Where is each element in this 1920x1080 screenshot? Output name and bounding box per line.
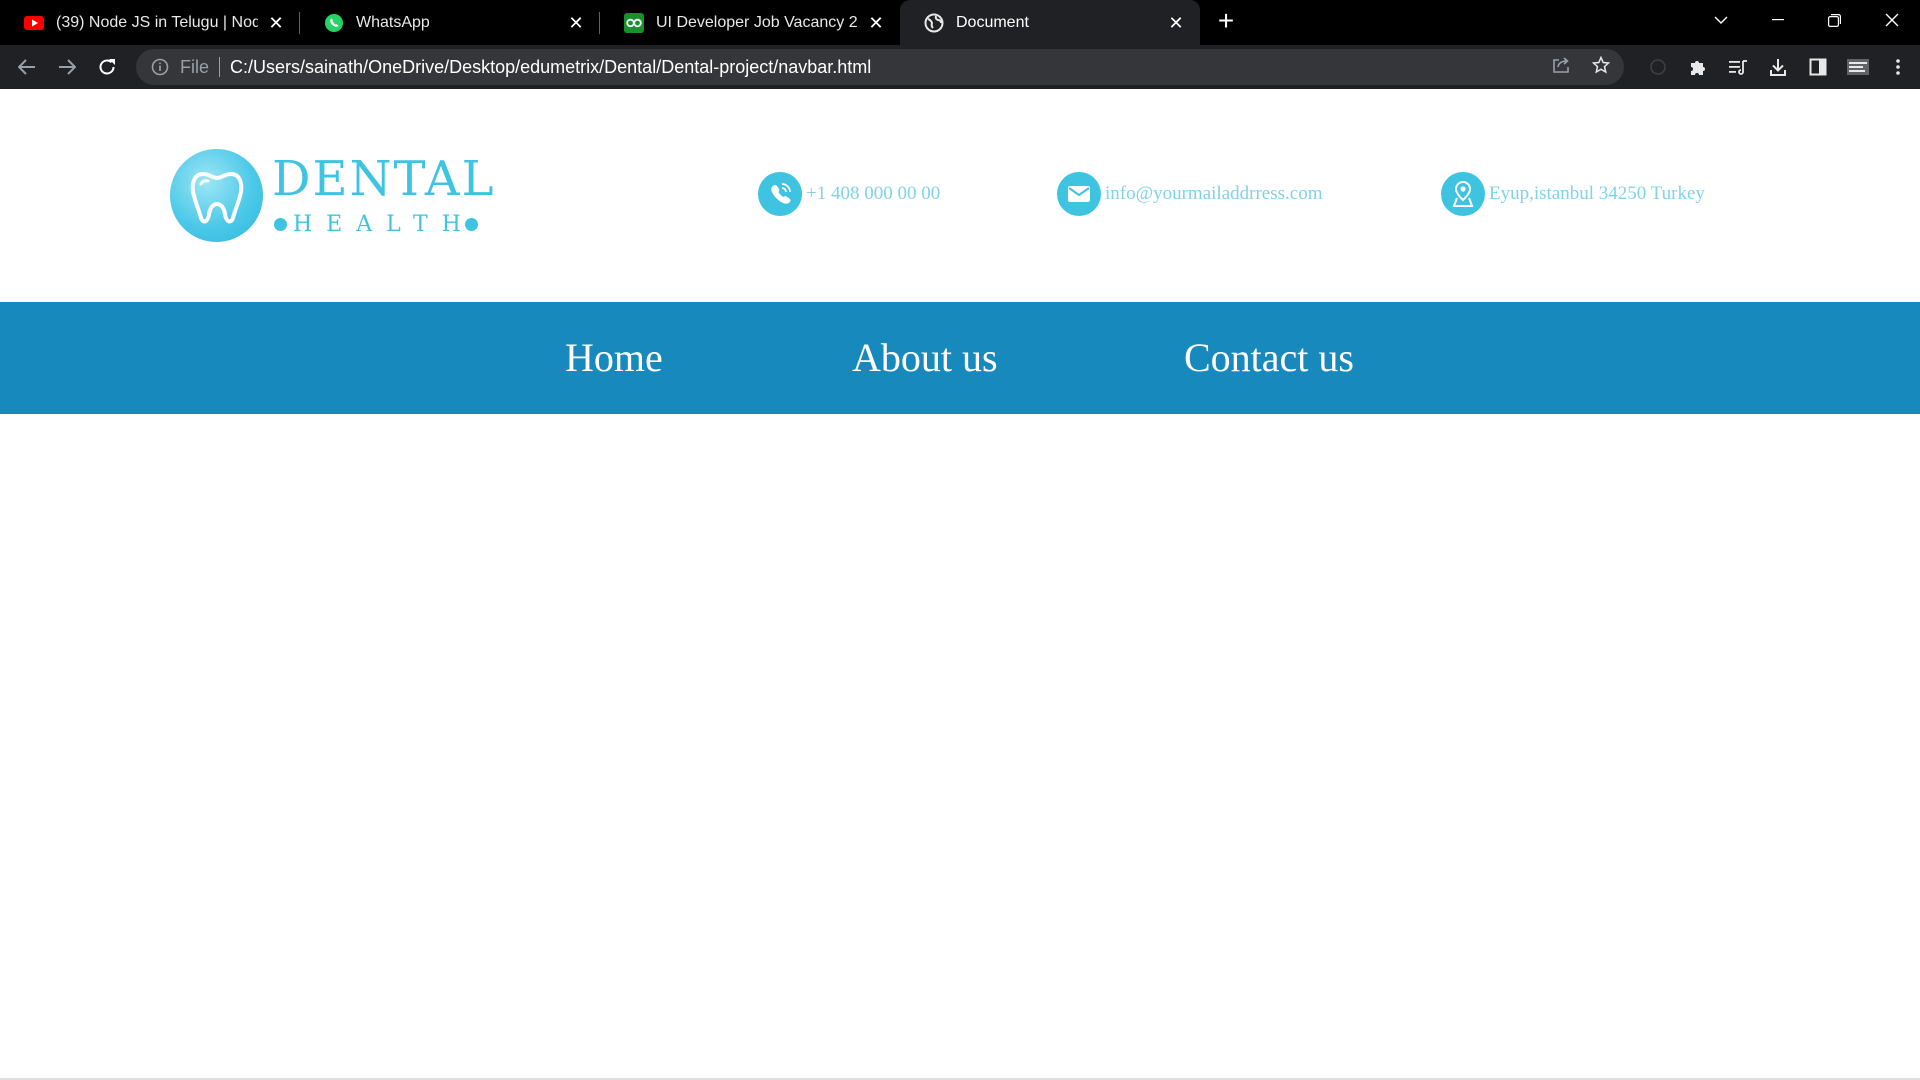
close-icon[interactable]: ✕ bbox=[266, 13, 286, 33]
mail-icon bbox=[1057, 172, 1101, 216]
browser-toolbar: File C:/Users/sainath/OneDrive/Desktop/e… bbox=[0, 45, 1920, 89]
logo-dot bbox=[274, 217, 287, 231]
back-button[interactable] bbox=[7, 47, 47, 87]
phone-icon bbox=[758, 172, 802, 216]
side-panel-icon[interactable] bbox=[1806, 55, 1830, 79]
contact-address[interactable]: Eyup,istanbul 34250 Turkey bbox=[1441, 172, 1705, 216]
puzzle-icon[interactable] bbox=[1686, 55, 1710, 79]
dental-health-logo[interactable]: DENTAL HEALTH bbox=[170, 149, 493, 243]
reload-button[interactable] bbox=[87, 47, 127, 87]
close-icon[interactable]: ✕ bbox=[1166, 13, 1186, 33]
url-scheme-label: File bbox=[180, 56, 210, 77]
page-viewport: DENTAL HEALTH +1 408 000 00 00 info@your… bbox=[0, 89, 1920, 1080]
address-bar[interactable]: File C:/Users/sainath/OneDrive/Desktop/e… bbox=[136, 49, 1624, 85]
new-tab-button[interactable]: + bbox=[1204, 0, 1248, 45]
tab-title: UI Developer Job Vacancy 2023 a bbox=[656, 13, 858, 31]
tooth-icon bbox=[170, 149, 263, 242]
whatsapp-icon bbox=[324, 13, 344, 33]
extension-icons bbox=[1646, 45, 1910, 89]
infinity-icon bbox=[624, 12, 644, 33]
kebab-menu-icon[interactable] bbox=[1886, 55, 1910, 79]
minimize-icon[interactable] bbox=[1749, 0, 1806, 40]
location-pin-icon bbox=[1441, 172, 1485, 216]
tab-title: WhatsApp bbox=[356, 13, 430, 31]
email-address: info@yourmailaddrress.com bbox=[1105, 183, 1323, 204]
tab-document[interactable]: Document ✕ bbox=[900, 0, 1200, 45]
bookmark-star-icon[interactable] bbox=[1591, 55, 1611, 79]
restore-icon[interactable] bbox=[1806, 0, 1863, 40]
browser-tab-bar: (39) Node JS in Telugu | Node.js T ✕ Wha… bbox=[0, 0, 1920, 45]
extension-icon[interactable] bbox=[1646, 55, 1670, 79]
contact-email[interactable]: info@yourmailaddrress.com bbox=[1057, 172, 1322, 216]
youtube-icon bbox=[24, 13, 44, 33]
main-navbar: Home About us Contact us bbox=[0, 302, 1920, 414]
media-queue-icon[interactable] bbox=[1726, 55, 1750, 79]
phone-number: +1 408 000 00 00 bbox=[806, 183, 941, 204]
close-window-icon[interactable] bbox=[1863, 0, 1920, 40]
logo-dot bbox=[464, 217, 478, 231]
download-icon[interactable] bbox=[1766, 55, 1790, 79]
tab-job-vacancy[interactable]: UI Developer Job Vacancy 2023 a ✕ bbox=[600, 0, 900, 45]
close-icon[interactable]: ✕ bbox=[566, 13, 586, 33]
address-bar-actions bbox=[1552, 49, 1611, 85]
tab-whatsapp[interactable]: WhatsApp ✕ bbox=[300, 0, 600, 45]
logo-main-text: DENTAL bbox=[272, 151, 496, 207]
nav-about-us[interactable]: About us bbox=[852, 302, 998, 414]
site-header: DENTAL HEALTH +1 408 000 00 00 info@your… bbox=[0, 89, 1920, 302]
nav-home[interactable]: Home bbox=[565, 302, 663, 414]
info-icon[interactable] bbox=[150, 57, 170, 77]
logo-sub-row: HEALTH bbox=[274, 211, 484, 237]
tab-youtube[interactable]: (39) Node JS in Telugu | Node.js T ✕ bbox=[0, 0, 300, 45]
url-text[interactable]: C:/Users/sainath/OneDrive/Desktop/edumet… bbox=[230, 57, 871, 78]
share-icon[interactable] bbox=[1552, 56, 1570, 79]
logo-sub-text: HEALTH bbox=[293, 211, 475, 237]
close-icon[interactable]: ✕ bbox=[866, 13, 886, 33]
tab-title: (39) Node JS in Telugu | Node.js T bbox=[56, 13, 258, 31]
contact-phone[interactable]: +1 408 000 00 00 bbox=[758, 172, 940, 216]
forward-button[interactable] bbox=[47, 47, 87, 87]
tab-title: Document bbox=[956, 13, 1029, 31]
street-address: Eyup,istanbul 34250 Turkey bbox=[1489, 183, 1705, 204]
globe-icon bbox=[924, 13, 944, 33]
nav-contact-us[interactable]: Contact us bbox=[1184, 302, 1354, 414]
tab-search-icon[interactable] bbox=[1692, 0, 1749, 40]
profile-avatar[interactable] bbox=[1846, 55, 1870, 79]
window-controls bbox=[1692, 0, 1920, 40]
url-divider bbox=[219, 57, 221, 77]
